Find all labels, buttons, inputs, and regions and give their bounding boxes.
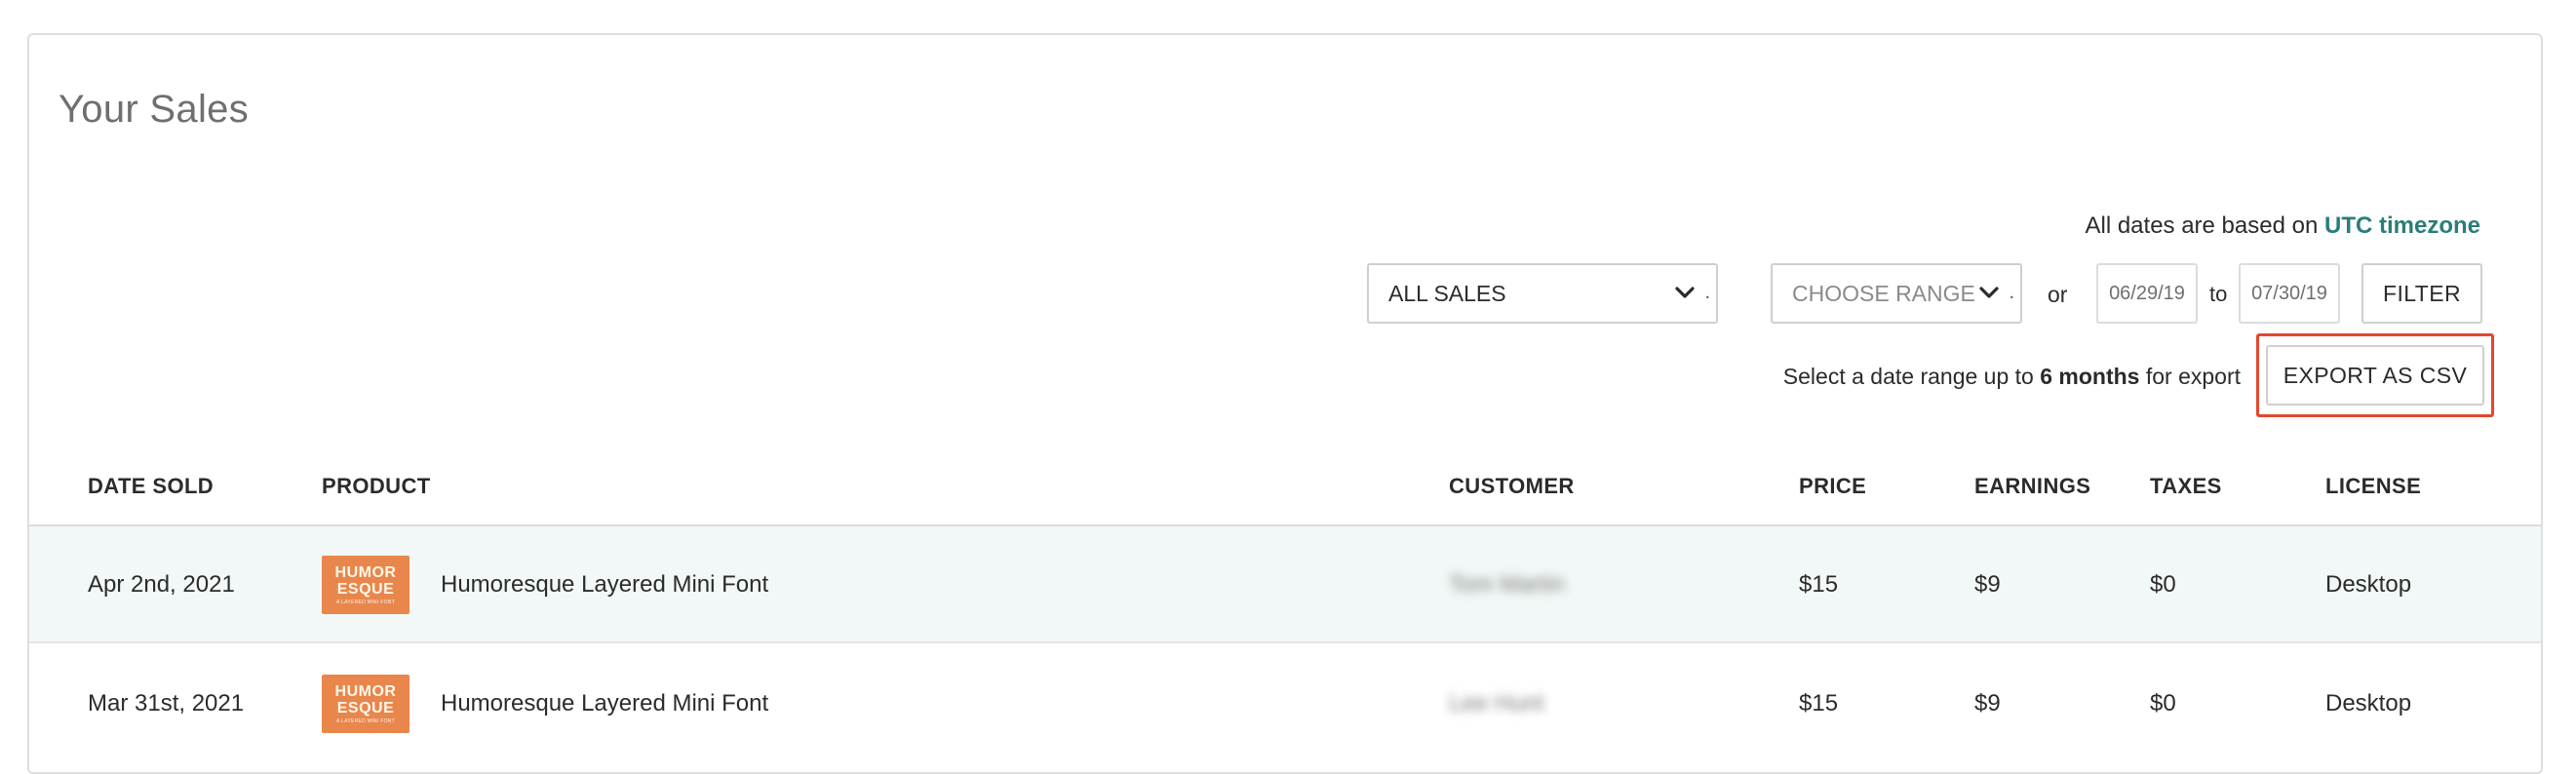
customer-cell: Lee Hunt [1449,690,1544,716]
timezone-note: All dates are based on UTC timezone [2085,213,2480,240]
select-dot: . [2009,282,2014,303]
chevron-down-icon [1671,280,1698,307]
thumbnail-text: HUMOR [334,683,397,700]
date-range-select-value: CHOOSE RANGE [1792,280,1975,306]
sales-type-select[interactable]: ALL SALES . [1367,263,1718,324]
export-note-limit: 6 months [2040,364,2140,389]
thumbnail-caption: A LAYERED MINI FONT [335,718,396,724]
table-row[interactable]: Mar 31st, 2021 HUMOR ESQUE A LAYERED MIN… [29,645,2541,762]
timezone-note-text: All dates are based on [2085,213,2319,239]
license-cell: Desktop [2325,690,2412,716]
export-note-suffix: for export [2145,364,2241,389]
thumbnail-text: ESQUE [336,700,395,716]
export-csv-button[interactable]: EXPORT AS CSV [2266,345,2484,406]
select-dot: . [1704,282,1710,303]
date-to-input[interactable] [2239,263,2340,324]
product-thumbnail: HUMOR ESQUE A LAYERED MINI FONT [322,675,410,733]
filter-button[interactable]: FILTER [2361,263,2482,324]
product-name-cell[interactable]: Humoresque Layered Mini Font [441,571,768,599]
chevron-down-icon [1975,280,2003,307]
column-header-earnings[interactable]: EARNINGS [1974,474,2090,499]
price-cell: $15 [1799,571,1839,598]
license-cell: Desktop [2325,571,2412,598]
column-header-price[interactable]: PRICE [1799,474,1866,499]
taxes-cell: $0 [2150,571,2176,598]
table-row[interactable]: Apr 2nd, 2021 HUMOR ESQUE A LAYERED MINI… [29,526,2541,643]
date-sold-cell: Mar 31st, 2021 [88,690,245,716]
earnings-cell: $9 [1974,571,2001,598]
date-from-input[interactable] [2096,263,2198,324]
product-name-cell[interactable]: Humoresque Layered Mini Font [441,690,768,717]
page-title: Your Sales [59,88,249,131]
column-header-license[interactable]: LICENSE [2325,474,2421,499]
export-note: Select a date range up to 6 months for e… [1783,364,2241,390]
utc-timezone-link[interactable]: UTC timezone [2324,213,2480,239]
sales-type-select-value: ALL SALES [1388,280,1506,306]
to-label: to [2209,282,2228,306]
column-header-customer[interactable]: CUSTOMER [1449,474,1575,499]
date-sold-cell: Apr 2nd, 2021 [88,571,235,598]
column-header-taxes[interactable]: TAXES [2150,474,2222,499]
thumbnail-text: HUMOR [334,564,397,581]
earnings-cell: $9 [1974,690,2001,716]
export-note-prefix: Select a date range up to [1782,364,2034,389]
date-range-select[interactable]: CHOOSE RANGE . [1771,263,2022,324]
column-header-date-sold[interactable]: DATE SOLD [88,474,214,499]
price-cell: $15 [1799,690,1839,716]
or-label: or [2048,282,2068,307]
customer-cell: Tom Martin [1449,571,1565,598]
taxes-cell: $0 [2150,690,2176,716]
thumbnail-caption: A LAYERED MINI FONT [335,600,396,605]
thumbnail-text: ESQUE [336,581,395,598]
column-header-product[interactable]: PRODUCT [322,474,431,499]
product-thumbnail: HUMOR ESQUE A LAYERED MINI FONT [322,556,410,614]
